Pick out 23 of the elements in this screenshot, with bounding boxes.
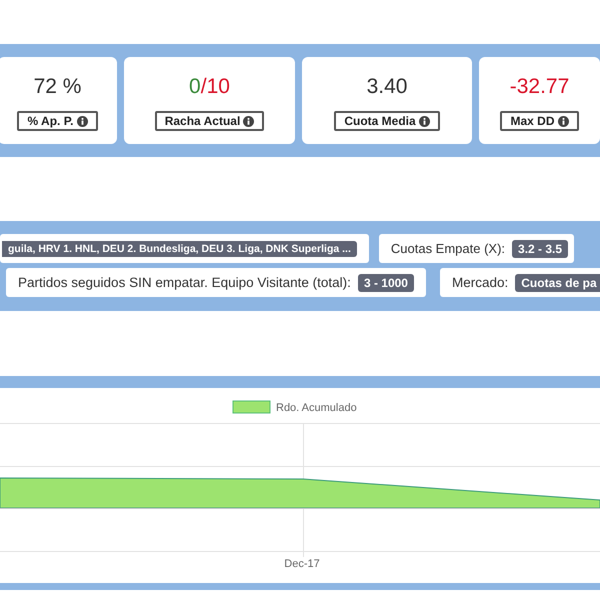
legend-swatch (232, 400, 270, 414)
legend-label: Rdo. Acumulado (276, 402, 357, 414)
stat-value: 0 (189, 75, 201, 100)
filter-label: Cuotas Empate (X): (390, 241, 506, 256)
filter-value: Cuotas de pa (515, 274, 600, 292)
stat-label-button[interactable]: % Ap. P. (17, 111, 98, 131)
stat-label-button[interactable]: Max DD (500, 111, 578, 131)
filter-label: Partidos seguidos SIN empatar. Equipo Visitante (total): (18, 275, 351, 290)
stat-value: /10 (200, 75, 230, 100)
filter-value: 3.2 - 3.5 (512, 240, 568, 258)
stat-value: 3.40 (366, 75, 408, 100)
stat-value: -32.77 (510, 75, 570, 100)
info-icon (243, 116, 254, 126)
stat-label-button[interactable]: Cuota Media (334, 111, 440, 131)
info-icon (418, 116, 430, 126)
stat-label-button[interactable]: Racha Actual (154, 111, 264, 131)
stat-value: 72 % (34, 75, 82, 100)
info-icon (558, 116, 568, 126)
info-icon (76, 116, 88, 126)
x-axis-label: Dec-17 (284, 558, 320, 570)
filter-label: Mercado: (452, 275, 508, 290)
filter-value: 3 - 1000 (358, 274, 414, 292)
filter-value: guila, HRV 1. HNL, DEU 2. Bundesliga, DEU 3. Liga, DNK Superliga ... (2, 240, 357, 256)
